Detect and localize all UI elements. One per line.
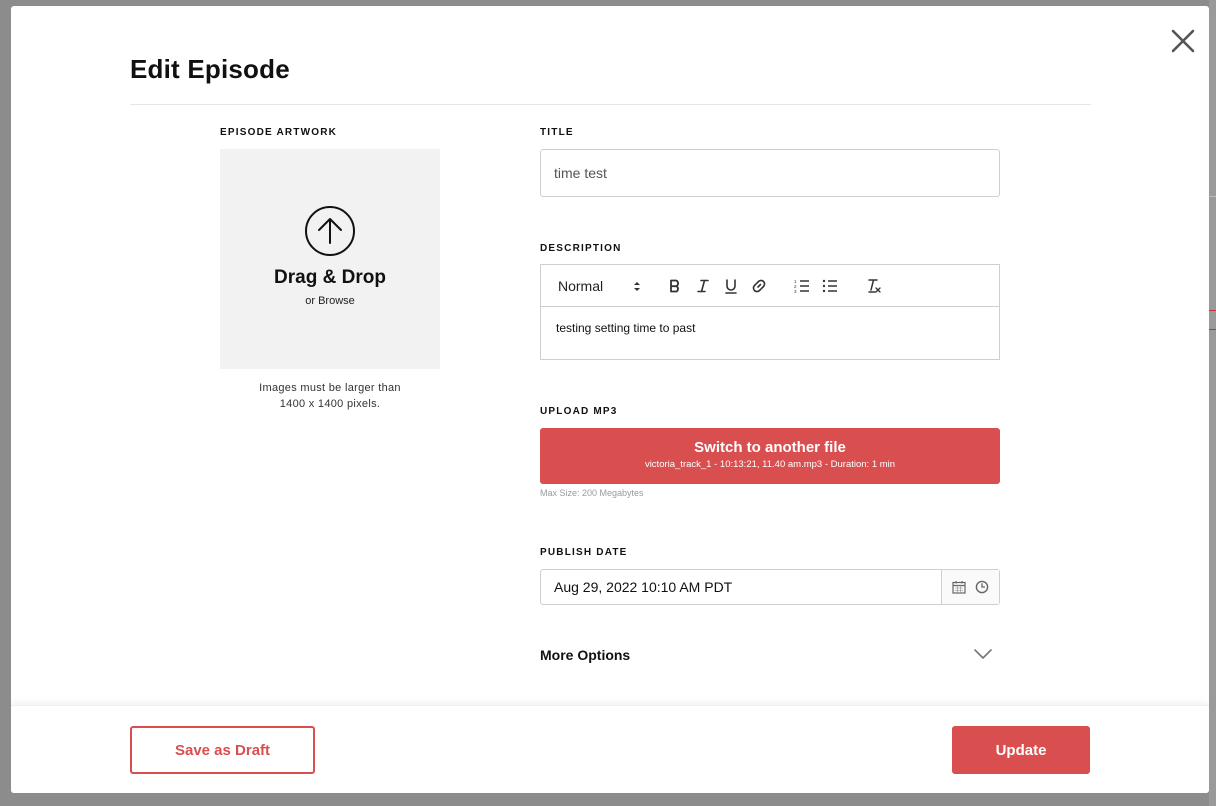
bold-icon[interactable] — [663, 274, 687, 298]
chevron-down-icon — [974, 646, 992, 664]
upload-label: UPLOAD MP3 — [540, 406, 618, 417]
clear-format-icon[interactable] — [862, 274, 886, 298]
publish-date-input[interactable] — [541, 570, 941, 604]
backdrop-divider — [1209, 196, 1216, 197]
artwork-label: EPISODE ARTWORK — [220, 127, 338, 138]
title-label: TITLE — [540, 127, 574, 138]
modal-title: Edit Episode — [130, 54, 290, 84]
artwork-note-line1: Images must be larger than — [259, 382, 401, 394]
bullet-list-icon[interactable] — [818, 274, 842, 298]
save-draft-button[interactable]: Save as Draft — [130, 726, 315, 774]
publish-date-group — [540, 569, 1000, 605]
link-icon[interactable] — [747, 274, 771, 298]
switch-file-button[interactable]: Switch to another file victoria_track_1 … — [540, 428, 1000, 484]
format-select-value: Normal — [558, 278, 604, 294]
italic-icon[interactable] — [691, 274, 715, 298]
switch-file-label: Switch to another file — [694, 439, 846, 456]
ordered-list-icon[interactable]: 123 — [790, 274, 814, 298]
artwork-note-line2: 1400 x 1400 pixels. — [279, 398, 381, 410]
browse-link[interactable]: or Browse — [220, 295, 440, 307]
editor-toolbar: Normal 123 — [541, 265, 999, 307]
more-options-label: More Options — [540, 647, 631, 663]
edit-episode-modal: Edit Episode EPISODE ARTWORK Drag & Drop… — [11, 6, 1209, 793]
drag-drop-text: Drag & Drop — [274, 267, 386, 288]
select-arrows-icon — [633, 281, 641, 292]
title-input[interactable] — [540, 149, 1000, 197]
format-select[interactable]: Normal — [551, 274, 647, 298]
max-size-note: Max Size: 200 Megabytes — [540, 488, 644, 498]
date-picker-addon — [941, 570, 999, 604]
artwork-dropzone[interactable]: Drag & Drop or Browse — [220, 149, 440, 369]
update-button[interactable]: Update — [952, 726, 1090, 774]
artwork-size-note: Images must be larger than 1400 x 1400 p… — [220, 380, 440, 412]
more-options-toggle[interactable]: More Options — [540, 642, 1000, 668]
editor-content[interactable]: testing setting time to past — [541, 307, 999, 349]
title-divider — [130, 104, 1091, 105]
clock-icon[interactable] — [975, 580, 989, 594]
close-icon[interactable] — [1168, 26, 1198, 56]
description-label: DESCRIPTION — [540, 243, 622, 254]
page-backdrop-edge — [1209, 0, 1216, 806]
calendar-icon[interactable] — [952, 580, 966, 594]
underline-icon[interactable] — [719, 274, 743, 298]
publish-date-label: PUBLISH DATE — [540, 547, 628, 558]
upload-arrow-icon — [304, 205, 356, 257]
modal-footer: Save as Draft Update — [11, 705, 1209, 793]
description-editor: Normal 123 testing setting time to past — [540, 264, 1000, 360]
backdrop-button-edge — [1209, 310, 1216, 330]
svg-text:3: 3 — [794, 289, 797, 293]
current-file-info: victoria_track_1 - 10:13:21, 11.40 am.mp… — [644, 459, 896, 470]
